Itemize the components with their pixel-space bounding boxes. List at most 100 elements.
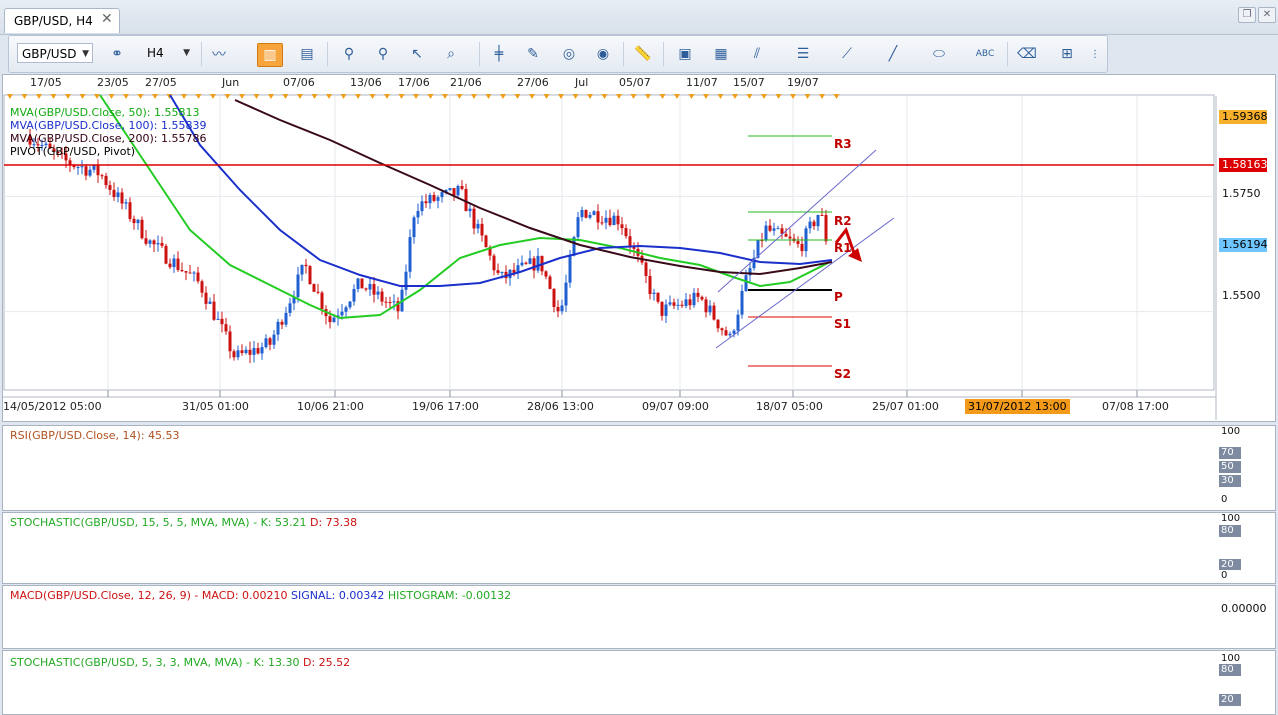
- top-date-label: 17/06: [398, 76, 430, 89]
- candle-body: [80, 166, 84, 168]
- bar-marker: [804, 94, 811, 99]
- time-axis-label: 09/07 09:00: [642, 400, 709, 413]
- bar-marker: [471, 94, 477, 99]
- bar-marker: [326, 94, 332, 99]
- candle-body: [456, 185, 460, 196]
- bar-marker: [790, 94, 796, 99]
- candle-body: [556, 307, 560, 312]
- bar-marker: [833, 94, 840, 99]
- candle-body: [140, 219, 144, 239]
- candle-body: [724, 330, 728, 336]
- bar-marker: [630, 94, 637, 99]
- candle-body: [204, 292, 208, 304]
- candle-body: [688, 299, 692, 306]
- candle-body: [448, 188, 452, 191]
- current-time-badge: 31/07/2012 13:00: [965, 399, 1070, 414]
- candle-body: [600, 222, 604, 224]
- bar-marker: [645, 94, 651, 99]
- top-date-label: Jun: [222, 76, 240, 89]
- candle-body: [788, 236, 792, 239]
- candle-body: [328, 316, 332, 323]
- top-date-label: 05/07: [619, 76, 651, 89]
- candle-body: [588, 214, 592, 218]
- time-axis-label: 25/07 01:00: [872, 400, 939, 413]
- candle-body: [584, 209, 588, 218]
- candle-body: [536, 255, 540, 271]
- candle-body: [492, 255, 496, 271]
- bar-marker: [398, 94, 405, 99]
- candle-body: [220, 318, 224, 325]
- candle-body: [668, 302, 672, 305]
- candle-body: [408, 237, 412, 272]
- candle-body: [184, 271, 188, 273]
- bar-marker: [123, 94, 129, 99]
- candle-body: [624, 228, 628, 237]
- candle-body: [560, 305, 564, 312]
- candle-body: [188, 272, 192, 274]
- bar-marker: [65, 94, 71, 99]
- bar-marker: [7, 94, 13, 99]
- candle-body: [104, 175, 108, 186]
- top-date-label: 23/05: [97, 76, 129, 89]
- bar-marker: [340, 94, 347, 99]
- candle-body: [88, 169, 92, 176]
- candle-body: [460, 185, 464, 189]
- candle-body: [596, 211, 600, 223]
- rsi-panel: [2, 425, 1276, 511]
- bar-marker: [195, 94, 202, 99]
- candle-body: [332, 317, 336, 323]
- candle-body: [440, 192, 444, 198]
- candle-body: [344, 307, 348, 312]
- ma200-line: [234, 99, 833, 276]
- candle-body: [452, 188, 456, 196]
- candle-body: [232, 351, 236, 358]
- candle-body: [340, 311, 344, 316]
- candle-body: [676, 304, 680, 306]
- candle-body: [608, 217, 612, 226]
- bar-marker: [659, 94, 666, 99]
- candle-body: [576, 217, 580, 238]
- bar-marker: [137, 94, 144, 99]
- bar-marker: [732, 94, 738, 99]
- bar-marker: [427, 94, 434, 99]
- time-axis-label: 07/08 17:00: [1102, 400, 1169, 413]
- candle-body: [568, 255, 572, 283]
- candle-body: [200, 281, 204, 293]
- pivot-p-label: P: [834, 290, 843, 304]
- candle-body: [812, 221, 816, 227]
- candle-body: [796, 241, 800, 244]
- bar-marker: [224, 94, 231, 99]
- candle-body: [728, 333, 732, 336]
- candle-body: [528, 258, 532, 264]
- bar-marker: [50, 94, 57, 99]
- candle-body: [320, 292, 324, 310]
- candle-body: [776, 228, 780, 230]
- bar-marker: [819, 94, 825, 99]
- candle-body: [580, 209, 584, 218]
- candle-body: [500, 271, 504, 273]
- candle-body: [736, 314, 740, 331]
- stoch2-axis-80: 80: [1219, 664, 1241, 676]
- time-axis-label: 19/06 17:00: [412, 400, 479, 413]
- candle-body: [392, 301, 396, 303]
- candle-body: [152, 240, 156, 245]
- candle-body: [472, 208, 476, 229]
- candle-body: [180, 269, 184, 272]
- candle-body: [160, 242, 164, 246]
- candle-body: [236, 350, 240, 358]
- y-tick: 1.5750: [1222, 187, 1261, 200]
- legend-ma50: MVA(GBP/USD.Close, 50): 1.55813: [10, 106, 200, 119]
- candle-body: [112, 189, 116, 198]
- macd-title: MACD(GBP/USD.Close, 12, 26, 9) - MACD: 0…: [10, 589, 512, 602]
- candle-body: [164, 245, 168, 264]
- bar-marker: [500, 94, 506, 99]
- candle-body: [712, 305, 716, 320]
- bar-marker: [601, 94, 608, 99]
- candle-body: [76, 166, 80, 168]
- bar-marker: [616, 94, 622, 99]
- bar-marker: [761, 94, 767, 99]
- candle-body: [280, 321, 284, 325]
- candle-body: [784, 233, 788, 237]
- candle-body: [172, 258, 176, 268]
- bar-marker: [253, 94, 260, 99]
